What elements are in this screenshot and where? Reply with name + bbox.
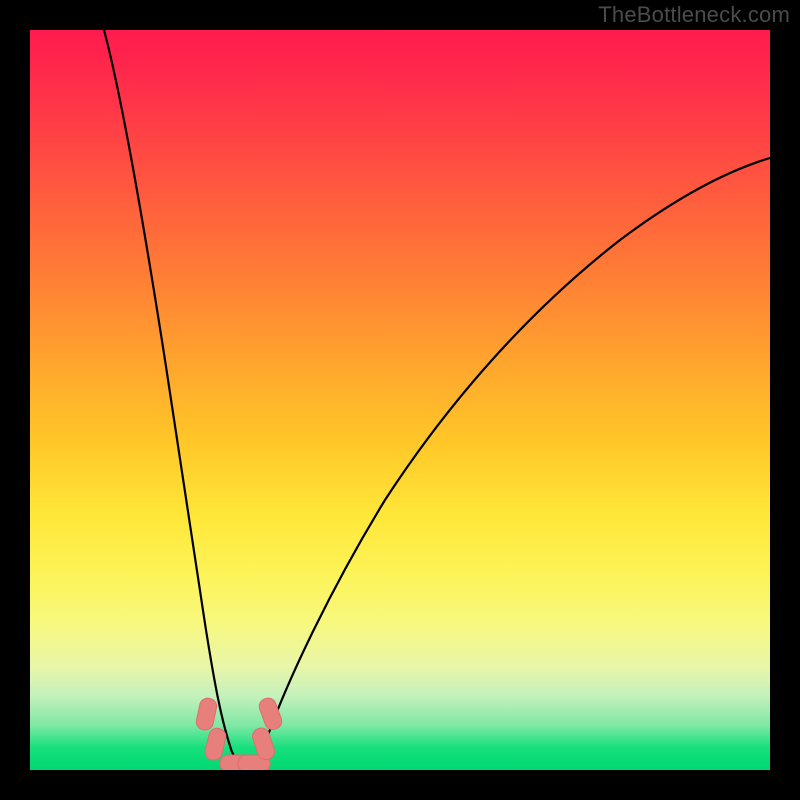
curve-layer xyxy=(30,30,770,770)
right-curve xyxy=(242,158,770,770)
marker-group xyxy=(195,696,284,770)
left-curve xyxy=(104,30,250,770)
chart-frame: TheBottleneck.com xyxy=(0,0,800,800)
watermark-text: TheBottleneck.com xyxy=(598,2,790,28)
marker-right-upper xyxy=(257,696,284,732)
plot-area xyxy=(30,30,770,770)
marker-left-upper xyxy=(195,697,218,732)
